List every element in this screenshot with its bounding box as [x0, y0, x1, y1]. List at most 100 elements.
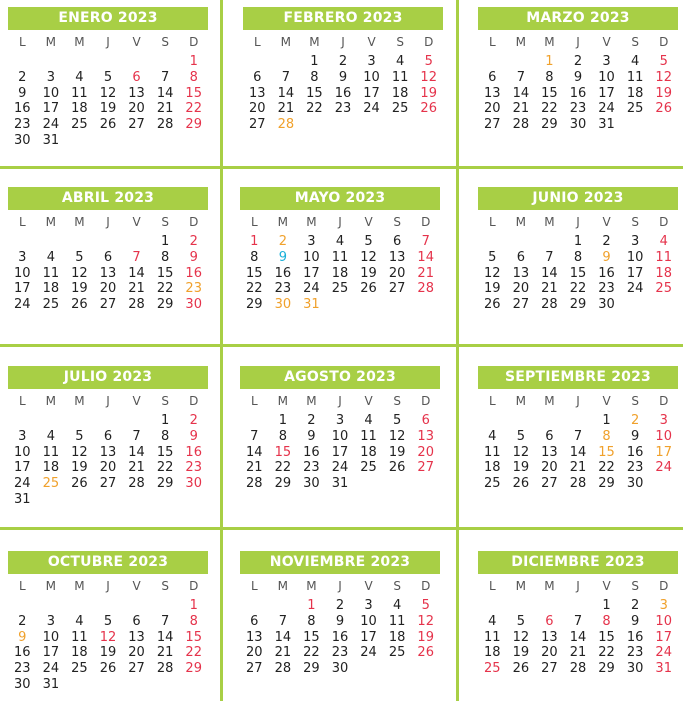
day-cell: 21 — [156, 101, 174, 117]
day-cell: 21 — [569, 460, 587, 476]
day-cell: 22 — [306, 101, 323, 117]
empty-cell — [151, 598, 180, 614]
day-cell: 3 — [367, 54, 376, 69]
month-title: DICIEMBRE 2023 — [478, 551, 678, 574]
empty-cell — [122, 598, 151, 614]
weekday-label: M — [277, 579, 289, 593]
month-block: NOVIEMBRE 2023 L M M J V S D 1 2 3 4 5 6 7 8 9 10 11 12 13 14… — [240, 551, 440, 677]
day-cell: 5 — [75, 428, 84, 444]
day-cell: 28 — [128, 476, 145, 492]
day-cell: 7 — [250, 428, 259, 444]
day-cell: 11 — [391, 69, 409, 85]
day-cell: 1 — [250, 234, 259, 249]
day-cell: 7 — [573, 428, 583, 444]
day-cell: 6 — [103, 249, 113, 265]
day-cell: 16 — [14, 101, 31, 117]
empty-cell — [37, 54, 66, 70]
day-cell: 2 — [189, 234, 198, 249]
day-cell: 19 — [99, 645, 117, 661]
day-cell: 10 — [363, 69, 380, 85]
weekday-label: J — [106, 394, 110, 408]
day-cell: 5 — [488, 249, 497, 265]
empty-cell — [269, 598, 298, 614]
weekday-label: M — [45, 215, 57, 229]
day-cell: 9 — [189, 249, 198, 265]
empty-cell — [8, 413, 37, 429]
day-cell: 7 — [573, 613, 583, 629]
day-cell: 2 — [602, 234, 611, 249]
day-cell: 14 — [277, 85, 295, 101]
month-block: MARZO 2023 L M M J V S D 1 2 3 4 5 6 7 8 9 10 11 12 13 14 15 16… — [478, 7, 678, 133]
weekday-label: J — [576, 394, 580, 408]
day-cell: 8 — [602, 613, 611, 629]
weekday-label: J — [338, 394, 342, 408]
day-cell: 30 — [626, 661, 644, 677]
day-cell: 5 — [103, 69, 113, 85]
day-cell: 26 — [417, 645, 434, 661]
month-block: MAYO 2023 L M M J V S D 1 2 3 4 5 6 7 8 9 10 11 12 13 14 15 16 1… — [240, 187, 440, 313]
day-cell: 1 — [189, 54, 198, 69]
empty-cell — [37, 234, 66, 250]
day-cell: 10 — [655, 613, 672, 629]
day-cell: 3 — [335, 413, 345, 428]
day-cell: 18 — [388, 629, 406, 645]
day-cell: 3 — [46, 69, 55, 85]
day-cell: 27 — [249, 117, 266, 133]
month-block: DICIEMBRE 2023 L M M J V S D 1 2 3 4 5 6 7 8 9 10 11 12 13 14… — [478, 551, 678, 677]
weekday-label: L — [250, 579, 258, 593]
day-cell: 14 — [274, 629, 292, 645]
weekday-label: S — [631, 579, 639, 593]
weekday-label: S — [161, 215, 169, 229]
day-cell: 1 — [189, 598, 198, 613]
day-cell: 29 — [598, 661, 615, 677]
day-cell: 1 — [160, 413, 170, 428]
day-cell: 22 — [598, 645, 615, 661]
weekday-label: M — [277, 215, 289, 229]
day-cell: 26 — [512, 661, 530, 677]
day-cell: 21 — [274, 645, 292, 661]
day-cell: 3 — [307, 234, 316, 249]
day-cell: 2 — [18, 69, 27, 85]
day-cell: 18 — [484, 460, 501, 476]
day-cell: 24 — [360, 645, 377, 661]
day-cell: 14 — [246, 444, 263, 460]
weekday-label: S — [631, 394, 639, 408]
day-cell: 24 — [14, 476, 31, 492]
day-cell: 30 — [626, 476, 644, 492]
weekday-label: S — [393, 579, 401, 593]
day-cell: 27 — [99, 476, 117, 492]
day-cell: 8 — [160, 428, 170, 444]
day-cell: 19 — [512, 645, 530, 661]
weekday-label: V — [132, 35, 141, 49]
day-cell: 1 — [602, 598, 611, 613]
day-cell: 19 — [512, 460, 530, 476]
day-cell: 13 — [128, 629, 145, 645]
day-cell: 13 — [249, 85, 266, 101]
day-cell: 15 — [569, 265, 587, 281]
weekday-label: V — [602, 215, 611, 229]
weekday-label: D — [424, 35, 434, 49]
day-cell: 25 — [42, 476, 60, 492]
day-cell: 23 — [626, 460, 644, 476]
weekday-label: D — [189, 215, 199, 229]
weekday-label: S — [161, 35, 169, 49]
day-cell: 18 — [484, 645, 501, 661]
weekday-label: V — [602, 394, 611, 408]
day-cell: 16 — [274, 265, 292, 281]
day-cell: 25 — [360, 460, 377, 476]
day-cell: 15 — [306, 85, 323, 101]
day-cell: 6 — [132, 69, 141, 85]
weekday-label: S — [631, 215, 639, 229]
day-cell: 9 — [335, 613, 345, 629]
days-grid: 1 2 3 4 5 6 7 8 9 10 11 12 13 14 15 16 17 18 19 20 21 22 23 24 2… — [478, 54, 678, 133]
month-title: ENERO 2023 — [8, 7, 208, 30]
day-cell: 7 — [132, 428, 141, 444]
day-cell: 5 — [424, 54, 433, 69]
day-cell: 12 — [420, 69, 437, 85]
day-cell: 7 — [281, 69, 290, 85]
day-cell: 20 — [128, 101, 145, 117]
empty-cell — [8, 54, 37, 70]
month-title: ABRIL 2023 — [8, 187, 208, 210]
day-cell: 29 — [156, 476, 174, 492]
weekday-label: V — [132, 579, 141, 593]
